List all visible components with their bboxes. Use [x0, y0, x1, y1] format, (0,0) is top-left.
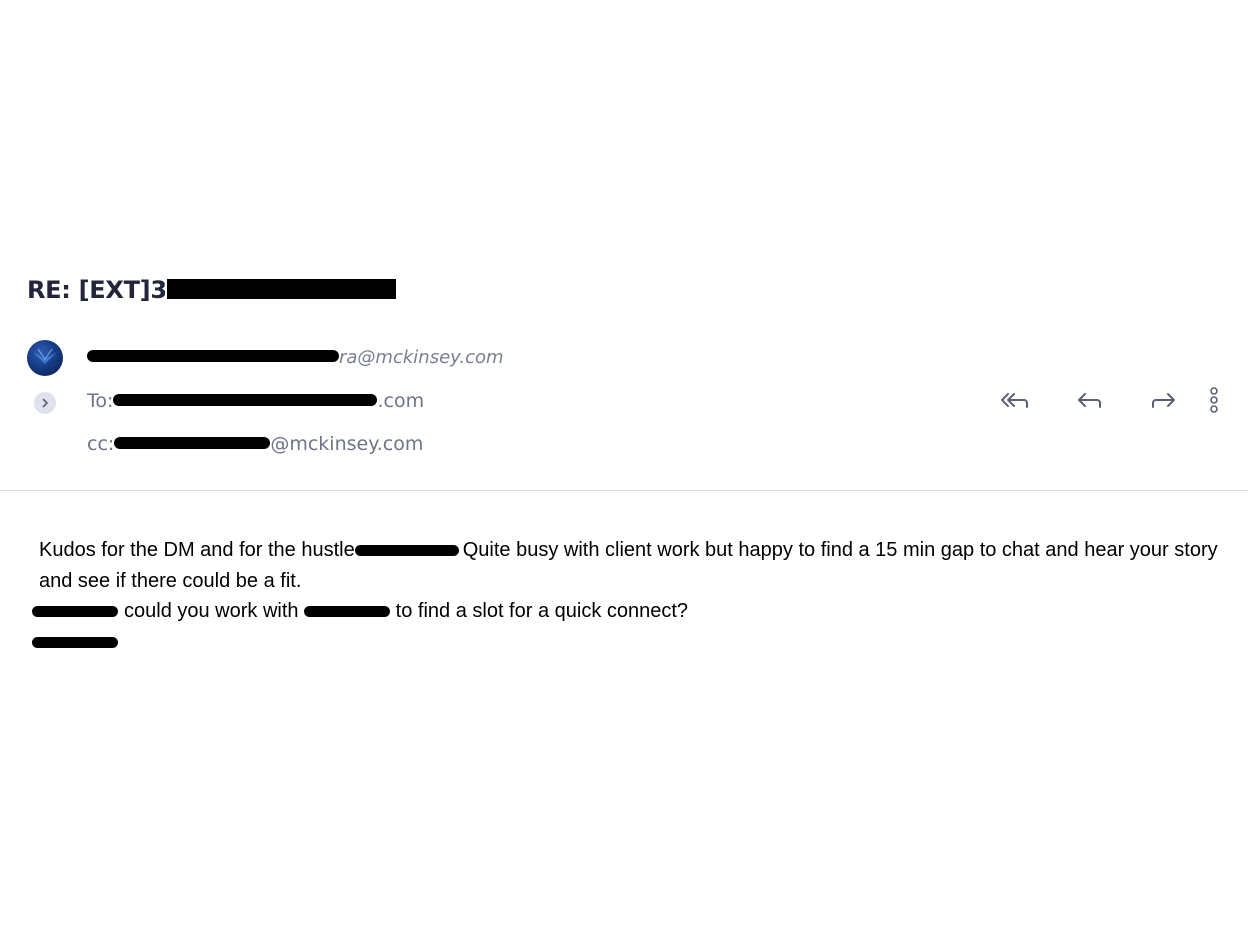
more-vertical-icon	[1210, 387, 1218, 413]
redaction-stroke	[354, 545, 459, 557]
subject-text: RE: [EXT]3	[27, 276, 167, 304]
to-email[interactable]: .com	[377, 390, 424, 412]
more-options-button[interactable]	[1202, 384, 1226, 416]
reply-button[interactable]	[1072, 384, 1108, 416]
cc-email[interactable]: @mckinsey.com	[270, 433, 423, 455]
to-label: To:	[87, 390, 114, 412]
reply-all-button[interactable]	[996, 384, 1032, 416]
to-line: To: .com	[87, 390, 424, 412]
email-subject: RE: [EXT]3	[27, 272, 396, 308]
header-divider	[0, 490, 1248, 491]
cc-line: cc: @mckinsey.com	[87, 433, 423, 455]
body-text: Kudos for the DM and for the hustle	[39, 539, 355, 561]
sender-avatar[interactable]	[27, 340, 63, 376]
chevron-right-icon	[42, 398, 48, 408]
sender-line: ra@mckinsey.com	[87, 346, 504, 368]
redaction-block	[166, 279, 396, 299]
redaction-stroke	[304, 606, 391, 618]
forward-button[interactable]	[1145, 384, 1181, 416]
body-text: could you work with	[124, 600, 299, 622]
body-paragraph: could you work with to find a slot for a…	[32, 596, 1234, 627]
redaction-stroke	[114, 437, 271, 449]
email-body: Kudos for the DM and for the hustle Quite…	[32, 535, 1234, 657]
body-signature	[32, 627, 1234, 658]
forward-icon	[1152, 393, 1175, 408]
redaction-stroke	[32, 606, 118, 618]
reply-all-icon	[1001, 393, 1028, 408]
body-paragraph: Kudos for the DM and for the hustle Quite…	[39, 535, 1234, 596]
redaction-stroke	[87, 350, 339, 362]
avatar-logo-icon	[33, 348, 57, 364]
cc-label: cc:	[87, 433, 115, 455]
redaction-stroke	[113, 394, 378, 406]
sender-email[interactable]: ra@mckinsey.com	[339, 347, 504, 368]
body-text: to find a slot for a quick connect?	[395, 600, 689, 622]
redaction-stroke	[32, 636, 118, 648]
reply-icon	[1078, 393, 1101, 408]
expand-recipients-button[interactable]	[34, 392, 56, 414]
